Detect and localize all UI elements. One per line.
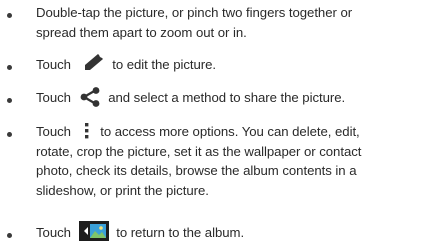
- touch-label: Touch: [36, 225, 71, 240]
- bullet-3-text: and select a method to share the picture…: [108, 90, 346, 105]
- touch-label: Touch: [36, 57, 71, 72]
- share-icon: [77, 86, 103, 107]
- bullet-dot: [7, 65, 12, 70]
- touch-label: Touch: [36, 90, 71, 105]
- more-options-icon: [77, 122, 97, 140]
- bullet-dot: [7, 13, 12, 18]
- bullet-dot: [7, 233, 12, 238]
- bullet-4-text: to access more options. You can delete, …: [100, 124, 360, 139]
- bullet-2-text: to edit the picture.: [112, 57, 217, 72]
- bullet-5-text: to return to the album.: [116, 225, 245, 240]
- bullet-1-line-1: Double-tap the picture, or pinch two fin…: [36, 5, 353, 20]
- instructions-list: Double-tap the picture, or pinch two fin…: [0, 0, 448, 248]
- bullet-4-line-2: rotate, crop the picture, set it as the …: [36, 143, 362, 159]
- pencil-icon: [79, 52, 107, 72]
- bullet-4-line-4: slideshow, or print the picture.: [36, 182, 209, 198]
- bullet-dot: [7, 132, 12, 137]
- bullet-dot: [7, 98, 12, 103]
- bullet-1-line-2: spread them apart to zoom out or in.: [36, 24, 247, 40]
- touch-label: Touch: [36, 124, 71, 139]
- album-back-icon: [78, 220, 109, 241]
- bullet-4-line-3: photo, check its details, browse the alb…: [36, 163, 357, 179]
